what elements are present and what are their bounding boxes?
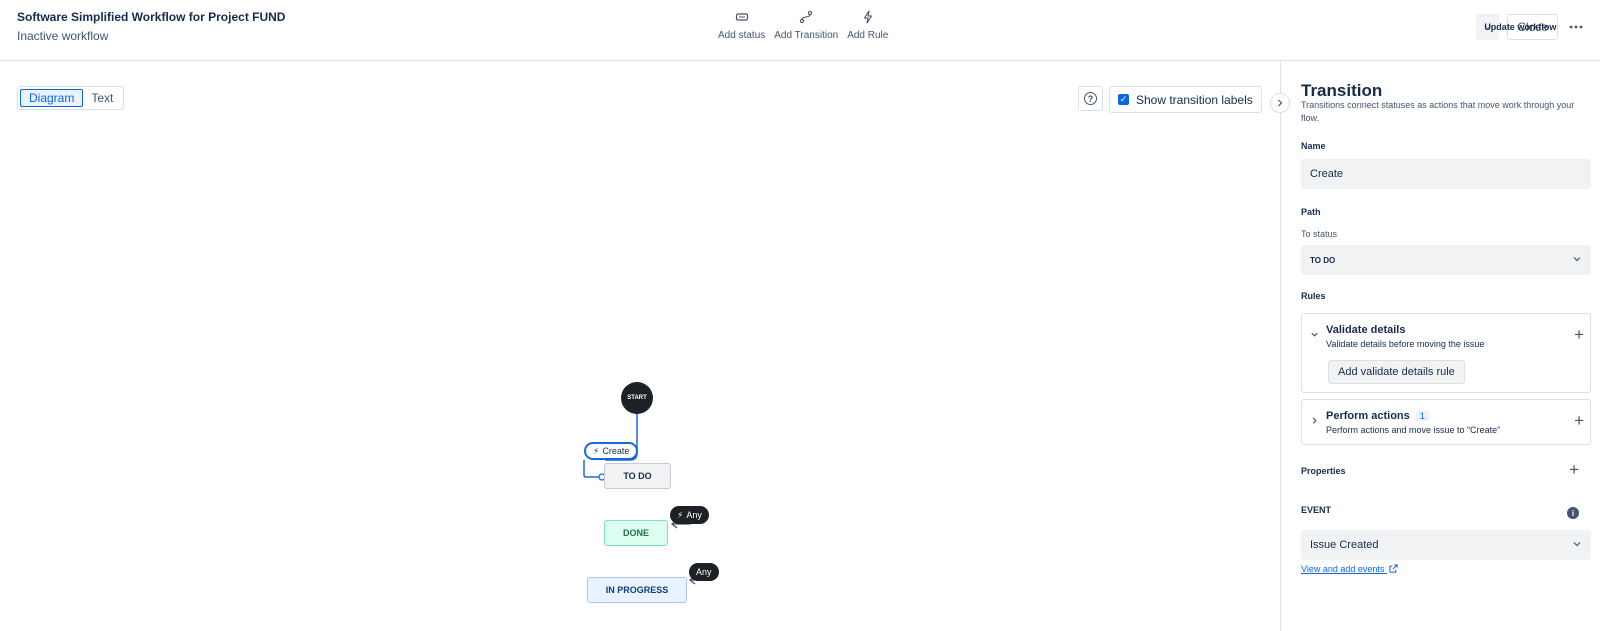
validate-details-rule: Validate details Validate details before…	[1301, 313, 1591, 393]
to-status-label: To status	[1301, 229, 1338, 239]
status-done[interactable]: DONE	[604, 520, 668, 546]
chevron-right-icon[interactable]	[1310, 416, 1319, 428]
create-transition-arrow	[583, 460, 600, 478]
transition-details-panel: Transition Transitions connect statuses …	[1280, 61, 1600, 631]
chevron-down-icon[interactable]	[1310, 330, 1319, 342]
lightning-icon: ⚡	[593, 445, 600, 456]
checkbox-checked-icon[interactable]: ✓	[1118, 94, 1129, 105]
add-property-plus-icon[interactable]: +	[1569, 460, 1579, 480]
add-transition-label: Add Transition	[774, 30, 839, 41]
perform-actions-rule: Perform actions 1 Perform actions and mov…	[1301, 399, 1591, 445]
add-action-plus-icon[interactable]: +	[1574, 412, 1584, 429]
event-value: Issue Created	[1310, 539, 1379, 551]
event-label: EVENT	[1301, 505, 1332, 515]
any-label: Any	[696, 567, 712, 577]
status-todo[interactable]: TO DO	[604, 463, 671, 489]
transition-create-label[interactable]: ⚡ Create	[584, 442, 639, 460]
more-options-icon[interactable]	[1566, 17, 1586, 37]
view-and-add-events-text: View and add events	[1301, 564, 1385, 574]
toolbar: Add status Add Transition Add Rule	[718, 10, 888, 41]
perform-actions-text: Perform actions	[1326, 410, 1410, 422]
perform-actions-count-badge: 1	[1415, 411, 1429, 421]
validate-details-subtitle: Validate details before moving the issue	[1326, 339, 1485, 349]
perform-actions-subtitle: Perform actions and move issue to “Creat…	[1326, 425, 1501, 435]
help-icon: ?	[1084, 92, 1097, 105]
view-toggle: Diagram Text	[17, 86, 125, 110]
to-status-select[interactable]: TO DO	[1301, 245, 1591, 275]
panel-title: Transition	[1301, 81, 1383, 100]
start-node[interactable]: START	[621, 382, 653, 414]
update-workflow-label: Update workflow	[1484, 22, 1557, 32]
event-select[interactable]: Issue Created	[1301, 530, 1591, 560]
name-label: Name	[1301, 141, 1326, 151]
transition-icon	[800, 10, 813, 24]
add-rule-button[interactable]: Add Rule	[847, 10, 888, 41]
transition-any-in-progress[interactable]: Any	[689, 563, 719, 581]
info-icon[interactable]: i	[1567, 507, 1579, 519]
workflow-title: Software Simplified Workflow for Project…	[17, 10, 286, 24]
help-button[interactable]: ?	[1078, 86, 1103, 111]
chevron-down-icon	[1572, 254, 1582, 266]
show-transition-labels-toggle[interactable]: ✓ Show transition labels	[1109, 86, 1262, 113]
chevron-down-icon	[1572, 539, 1582, 551]
name-value: Create	[1310, 168, 1344, 180]
status-icon	[735, 13, 748, 21]
to-status-value: TO DO	[1310, 255, 1336, 265]
any-label: Any	[686, 510, 702, 520]
status-in-progress[interactable]: IN PROGRESS	[587, 577, 687, 603]
external-link-icon	[1389, 564, 1398, 573]
workflow-header: Software Simplified Workflow for Project…	[0, 0, 1600, 61]
tab-text[interactable]: Text	[83, 89, 121, 107]
add-rule-label: Add Rule	[847, 30, 889, 41]
collapse-panel-button[interactable]	[1270, 93, 1290, 113]
add-status-label: Add status	[718, 30, 766, 41]
panel-description: Transitions connect statuses as actions …	[1301, 100, 1575, 123]
update-workflow-button[interactable]: Update workflow	[1475, 14, 1556, 40]
rules-label: Rules	[1301, 291, 1326, 301]
validate-details-title: Validate details	[1326, 324, 1406, 336]
view-and-add-events-link[interactable]: View and add events	[1301, 564, 1398, 574]
chevron-right-icon	[1278, 99, 1283, 107]
workflow-canvas[interactable]: Diagram Text ? ✓ Show transition labels …	[0, 61, 1290, 631]
add-validate-details-rule-button[interactable]: Add validate details rule	[1328, 360, 1465, 384]
tab-diagram[interactable]: Diagram	[20, 89, 84, 107]
add-status-button[interactable]: Add status	[718, 10, 765, 41]
workflow-status-text: Inactive workflow	[17, 29, 109, 43]
transition-create-text: Create	[602, 446, 630, 456]
path-label: Path	[1301, 207, 1321, 217]
add-validate-plus-icon[interactable]: +	[1574, 326, 1584, 343]
rule-icon	[863, 10, 872, 24]
lightning-icon: ⚡	[677, 509, 684, 520]
name-field[interactable]: Create	[1301, 159, 1591, 189]
show-transition-labels-label: Show transition labels	[1136, 92, 1253, 107]
perform-actions-title: Perform actions 1	[1326, 410, 1429, 422]
add-transition-button[interactable]: Add Transition	[774, 10, 838, 41]
properties-label: Properties	[1301, 466, 1346, 476]
transition-any-done[interactable]: ⚡ Any	[670, 506, 709, 524]
